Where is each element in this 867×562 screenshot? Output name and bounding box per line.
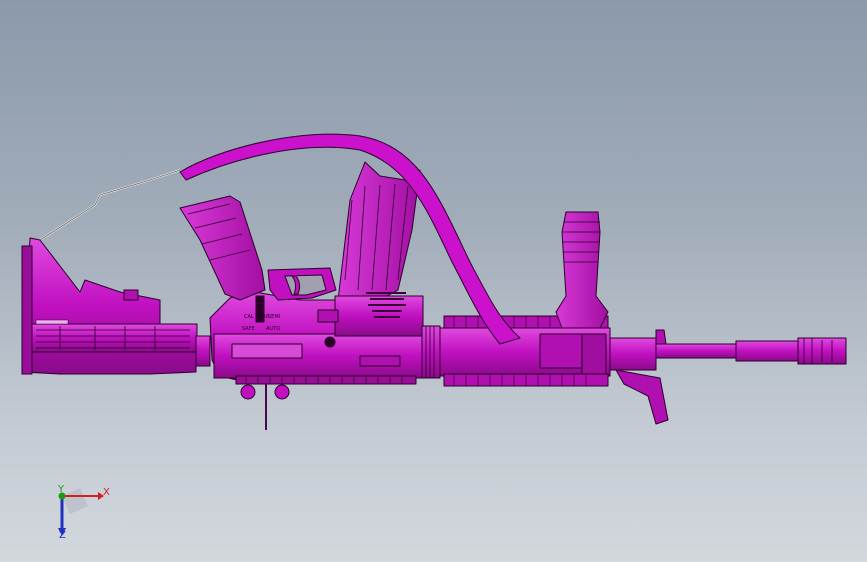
sling-wire	[39, 169, 181, 241]
z-axis-label: Z	[59, 530, 66, 541]
side-rail-panel	[539, 333, 583, 369]
triad-origin-shade	[62, 488, 88, 514]
front-sight-base	[609, 337, 657, 371]
stock-lock-slot	[35, 319, 69, 325]
sling-swivel-rear	[240, 384, 256, 400]
stock-latch	[123, 289, 139, 301]
sling-wire-outline	[39, 169, 181, 241]
rifle-3d-model[interactable]: CAL 5.56 SAFE SEMI AUTO	[0, 0, 867, 562]
buttplate	[21, 245, 33, 375]
front-rail-block	[581, 333, 607, 375]
barrel	[655, 343, 737, 359]
marking-safe: SAFE	[242, 326, 255, 332]
barrel-nut	[421, 325, 441, 379]
buttstock[interactable]	[21, 237, 197, 375]
pistol-grip[interactable]	[179, 195, 266, 301]
barrel-step	[735, 340, 799, 362]
forward-assist[interactable]	[359, 355, 401, 367]
ejection-port	[231, 343, 303, 359]
y-axis-label: Y	[58, 484, 65, 495]
marking-semi: SEMI	[268, 314, 280, 320]
marking-auto: AUTO	[266, 326, 280, 332]
buffer-ring	[195, 335, 211, 367]
marking-cal: CAL	[244, 314, 254, 320]
sling-swivel-mid	[274, 384, 290, 400]
front-sight-post	[655, 329, 667, 345]
graphics-viewport[interactable]: CAL 5.56 SAFE SEMI AUTO X Y Z	[0, 0, 867, 562]
picatinny-rail-lower	[235, 375, 417, 385]
trigger-opening	[284, 274, 327, 296]
x-axis-label: X	[103, 487, 110, 498]
front-sling-swivel	[615, 369, 669, 425]
vertical-foregrip[interactable]	[555, 211, 609, 329]
